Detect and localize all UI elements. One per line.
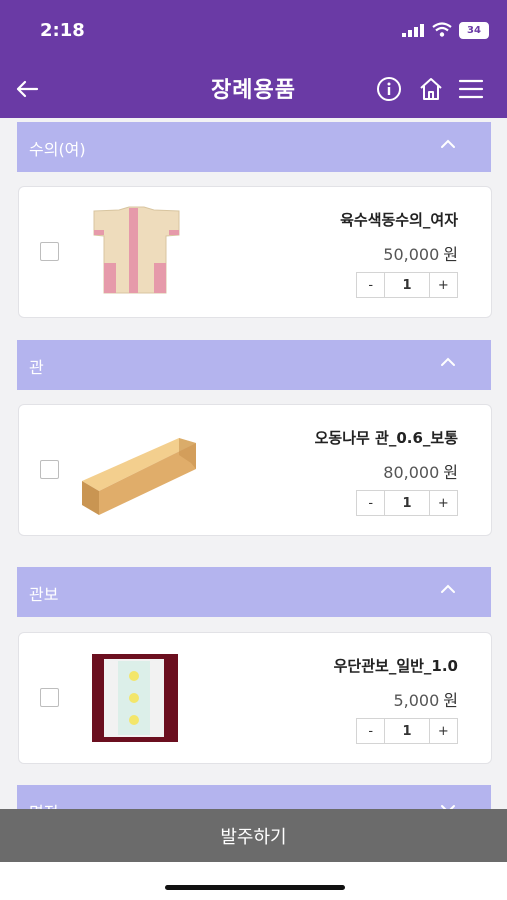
increment-button[interactable]: + (430, 719, 457, 743)
home-indicator[interactable] (165, 885, 345, 890)
product-checkbox[interactable] (40, 688, 59, 707)
decrement-button[interactable]: - (357, 719, 384, 743)
wooden-coffin-image (82, 438, 196, 515)
increment-button[interactable]: + (430, 273, 457, 297)
increment-button[interactable]: + (430, 491, 457, 515)
quantity-stepper: - 1 + (356, 490, 458, 516)
decrement-button[interactable]: - (357, 491, 384, 515)
quantity-value[interactable]: 1 (384, 491, 430, 515)
menu-button[interactable] (456, 74, 486, 104)
info-icon (377, 77, 401, 101)
hamburger-menu-icon (458, 79, 484, 99)
product-checkbox[interactable] (40, 460, 59, 479)
info-button[interactable] (374, 74, 404, 104)
home-button[interactable] (416, 74, 446, 104)
quantity-value[interactable]: 1 (384, 273, 430, 297)
section-title: 관 (29, 358, 44, 377)
coffin-cover-image (92, 654, 178, 742)
bottom-safe-area (0, 862, 507, 900)
chevron-up-icon (441, 139, 455, 148)
wifi-icon (432, 22, 452, 37)
section-title: 수의(여) (29, 140, 86, 159)
section-header-gwan[interactable]: 관 (17, 340, 491, 390)
product-price: 80,000 원 (383, 459, 458, 483)
chevron-up-icon (441, 584, 455, 593)
product-name: 오동나무 관_0.6_보통 (314, 429, 458, 447)
product-card: 오동나무 관_0.6_보통 80,000 원 - 1 + (18, 404, 492, 536)
price-unit: 원 (443, 463, 458, 482)
product-name: 육수색동수의_여자 (340, 211, 458, 229)
signal-icon (402, 24, 424, 37)
product-checkbox[interactable] (40, 242, 59, 261)
product-name: 우단관보_일반_1.0 (333, 657, 458, 675)
status-bar: 2:18 34 (0, 0, 507, 60)
product-card: 육수색동수의_여자 50,000 원 - 1 + (18, 186, 492, 318)
product-card: 우단관보_일반_1.0 5,000 원 - 1 + (18, 632, 492, 764)
price-value: 5,000 (393, 691, 440, 710)
chevron-up-icon (441, 357, 455, 366)
decrement-button[interactable]: - (357, 273, 384, 297)
home-icon (420, 78, 442, 100)
status-time: 2:18 (40, 20, 85, 41)
battery-icon: 34 (459, 22, 489, 39)
price-unit: 원 (443, 245, 458, 264)
order-button[interactable]: 발주하기 (0, 809, 507, 862)
section-title: 관보 (29, 585, 59, 604)
price-value: 50,000 (383, 245, 440, 264)
quantity-stepper: - 1 + (356, 718, 458, 744)
product-price: 5,000 원 (393, 687, 458, 711)
price-value: 80,000 (383, 463, 440, 482)
shroud-garment-image (93, 206, 180, 294)
product-price: 50,000 원 (383, 241, 458, 265)
price-unit: 원 (443, 691, 458, 710)
section-header-gwanbo[interactable]: 관보 (17, 567, 491, 617)
quantity-value[interactable]: 1 (384, 719, 430, 743)
section-header-suui[interactable]: 수의(여) (17, 122, 491, 172)
quantity-stepper: - 1 + (356, 272, 458, 298)
app-header: 장례용품 (0, 60, 507, 118)
